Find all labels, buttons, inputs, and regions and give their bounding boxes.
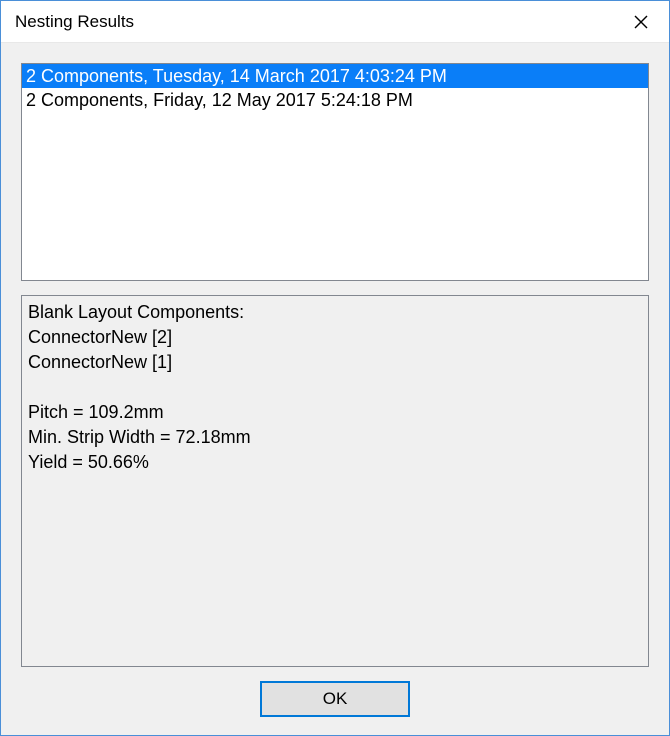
results-list[interactable]: 2 Components, Tuesday, 14 March 2017 4:0…	[21, 63, 649, 281]
titlebar: Nesting Results	[1, 1, 669, 43]
list-item[interactable]: 2 Components, Friday, 12 May 2017 5:24:1…	[22, 88, 648, 112]
close-icon	[633, 14, 649, 30]
list-item[interactable]: 2 Components, Tuesday, 14 March 2017 4:0…	[22, 64, 648, 88]
dialog-window: Nesting Results 2 Components, Tuesday, 1…	[0, 0, 670, 736]
details-panel: Blank Layout Components: ConnectorNew [2…	[21, 295, 649, 667]
close-button[interactable]	[613, 1, 669, 43]
dialog-content: 2 Components, Tuesday, 14 March 2017 4:0…	[1, 43, 669, 735]
button-row: OK	[21, 667, 649, 723]
ok-button[interactable]: OK	[260, 681, 410, 717]
window-title: Nesting Results	[15, 12, 134, 32]
